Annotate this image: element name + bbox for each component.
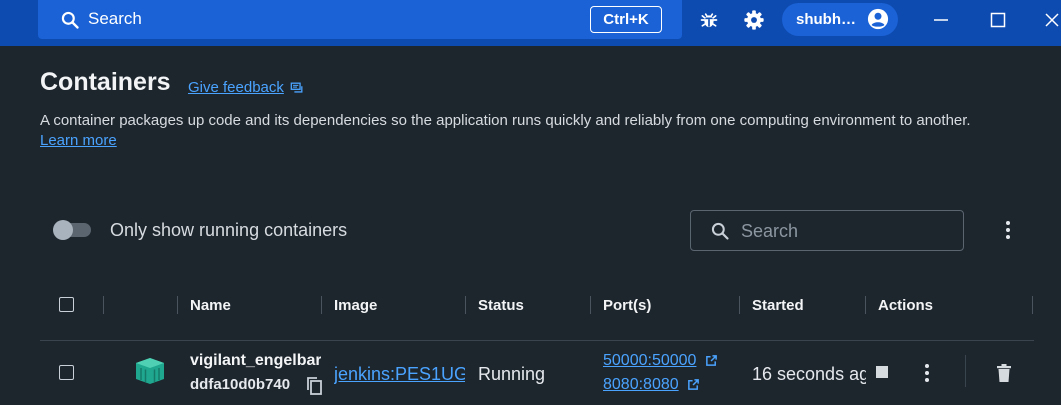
running-only-label: Only show running containers: [110, 220, 348, 240]
description-text: A container packages up code and its dep…: [40, 112, 971, 129]
started-time: 16 seconds ago: [752, 364, 866, 384]
gear-icon[interactable]: [743, 9, 765, 31]
column-header-started[interactable]: Started: [752, 297, 804, 314]
give-feedback-label: Give feedback: [188, 79, 284, 96]
delete-icon[interactable]: [995, 363, 1013, 383]
column-header-actions: Actions: [878, 297, 934, 314]
container-search-input[interactable]: [741, 219, 941, 243]
container-id: ddfa10d0b740: [190, 376, 291, 393]
actions-divider: [965, 355, 966, 387]
column-divider: [321, 296, 322, 314]
user-name: shubh…: [796, 11, 856, 28]
column-divider: [103, 296, 104, 314]
close-icon[interactable]: [1040, 8, 1061, 32]
search-icon: [711, 222, 729, 240]
learn-more-link[interactable]: Learn more: [40, 132, 117, 149]
minimize-icon[interactable]: [929, 8, 953, 32]
column-divider: [590, 296, 591, 314]
external-link-icon: [706, 355, 717, 367]
account-button[interactable]: shubh…: [782, 3, 898, 36]
column-divider: [177, 296, 178, 314]
row-select-checkbox[interactable]: [59, 365, 74, 380]
toggle-knob: [53, 220, 73, 240]
search-shortcut-badge: Ctrl+K: [590, 6, 662, 33]
stop-icon[interactable]: [876, 366, 888, 378]
external-link-icon: [688, 379, 699, 391]
column-divider: [465, 296, 466, 314]
column-divider: [1032, 296, 1033, 314]
column-header-ports[interactable]: Port(s): [603, 297, 651, 314]
page-description: A container packages up code and its dep…: [40, 111, 1000, 151]
global-search-bar[interactable]: Search Ctrl+K: [38, 0, 682, 39]
give-feedback-link[interactable]: Give feedback: [188, 79, 304, 96]
search-icon: [61, 11, 79, 29]
column-header-image[interactable]: Image: [334, 297, 377, 314]
page-title: Containers: [40, 68, 171, 96]
container-search-field[interactable]: [690, 210, 964, 251]
status-text: Running: [478, 364, 546, 384]
container-icon: [136, 358, 164, 384]
maximize-icon[interactable]: [986, 8, 1010, 32]
account-icon: [867, 8, 889, 30]
more-options-icon[interactable]: [1004, 221, 1012, 239]
port-link-1[interactable]: 50000:50000: [603, 352, 718, 370]
feedback-icon: [290, 82, 303, 93]
global-search-label: Search: [88, 9, 142, 28]
row-more-options-icon[interactable]: [923, 364, 931, 382]
column-header-status[interactable]: Status: [478, 297, 524, 314]
port-2-label: 8080:8080: [603, 376, 679, 393]
title-bar: Search Ctrl+K shubh…: [0, 0, 1061, 46]
copy-icon[interactable]: [306, 376, 324, 396]
bug-icon[interactable]: [698, 9, 720, 31]
container-name-link[interactable]: vigilant_engelbart: [190, 352, 321, 370]
running-only-toggle[interactable]: [53, 220, 91, 240]
port-link-2[interactable]: 8080:8080: [603, 376, 700, 394]
column-divider: [739, 296, 740, 314]
image-link[interactable]: jenkins:PES1UG2: [334, 364, 465, 385]
select-all-checkbox[interactable]: [59, 297, 74, 312]
port-1-label: 50000:50000: [603, 352, 697, 369]
header-divider: [40, 340, 1034, 341]
column-divider: [865, 296, 866, 314]
column-header-name[interactable]: Name: [190, 297, 231, 314]
